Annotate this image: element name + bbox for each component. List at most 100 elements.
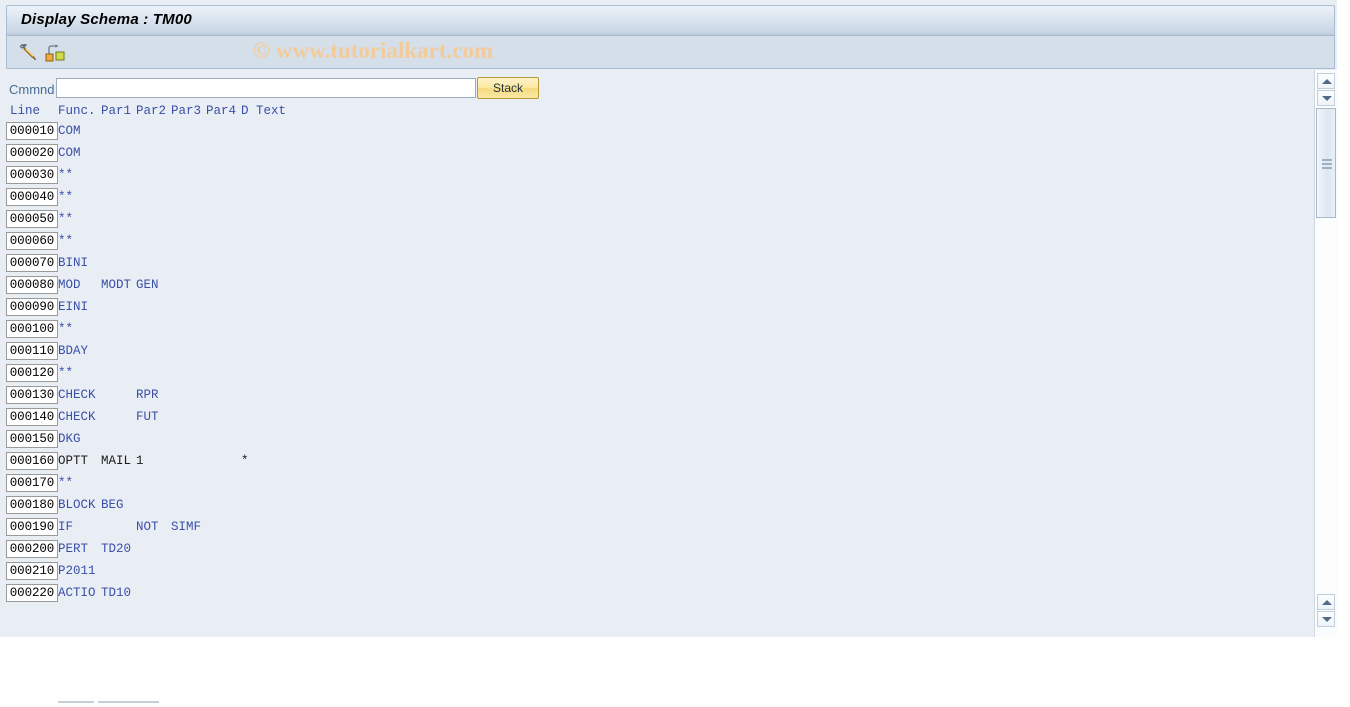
cell-func[interactable]: DKG (58, 431, 81, 447)
cell-func[interactable]: ** (58, 475, 73, 491)
row-cells: ** (0, 167, 1240, 185)
cell-par3[interactable]: SIMF (171, 519, 201, 535)
table-row[interactable]: 000150 DKG (0, 430, 1311, 452)
cell-par1[interactable]: MODT (101, 277, 131, 293)
table-row[interactable]: 000220 ACTIO TD10 (0, 584, 1311, 606)
row-cells: ** (0, 475, 1240, 493)
row-cells: P2011 (0, 563, 1240, 581)
cell-func[interactable]: ** (58, 321, 73, 337)
cell-func[interactable]: COM (58, 145, 81, 161)
scroll-down-arrow-icon[interactable] (1317, 90, 1335, 106)
column-header-par1: Par1 (101, 104, 132, 118)
column-header-line: Line (10, 104, 41, 118)
row-cells: ** (0, 233, 1240, 251)
cell-func[interactable]: ACTIO (58, 585, 96, 601)
row-cells: DKG (0, 431, 1240, 449)
table-row[interactable]: 000100 ** (0, 320, 1311, 342)
window-right-gutter (1337, 0, 1350, 637)
cell-func[interactable]: PERT (58, 541, 88, 557)
row-cells: BDAY (0, 343, 1240, 361)
table-row[interactable]: 000170 ** (0, 474, 1311, 496)
table-row[interactable]: 000070 BINI (0, 254, 1311, 276)
table-row[interactable]: 000090 EINI (0, 298, 1311, 320)
row-cells: CHECK RPR (0, 387, 1240, 405)
scroll-down-arrow-bottom-icon[interactable] (1317, 611, 1335, 627)
schema-line-table: 000010 COM 000020 COM 000030 ** 000040 ** 000050… (0, 122, 1311, 606)
row-cells: BINI (0, 255, 1240, 273)
vertical-scrollbar[interactable] (1314, 70, 1338, 637)
cell-par1[interactable]: MAIL (101, 453, 131, 469)
cell-func[interactable]: OPTT (58, 453, 88, 469)
structure-hierarchy-icon[interactable] (43, 40, 67, 64)
table-row[interactable]: 000210 P2011 (0, 562, 1311, 584)
scroll-up-arrow-icon[interactable] (1317, 73, 1335, 89)
table-row[interactable]: 000180 BLOCK BEG (0, 496, 1311, 518)
stack-button[interactable]: Stack (477, 77, 539, 99)
table-row[interactable]: 000200 PERT TD20 (0, 540, 1311, 562)
cell-func[interactable]: COM (58, 123, 81, 139)
cell-par2[interactable]: FUT (136, 409, 159, 425)
cell-par2[interactable]: GEN (136, 277, 159, 293)
row-cells: BLOCK BEG (0, 497, 1240, 515)
cell-par2[interactable]: RPR (136, 387, 159, 403)
row-cells: PERT TD20 (0, 541, 1240, 559)
cell-func[interactable]: ** (58, 211, 73, 227)
command-input[interactable] (56, 78, 476, 98)
table-row[interactable]: 000010 COM (0, 122, 1311, 144)
table-row[interactable]: 000050 ** (0, 210, 1311, 232)
cell-func[interactable]: ** (58, 167, 73, 183)
row-cells: ACTIO TD10 (0, 585, 1240, 603)
cell-par1[interactable]: TD10 (101, 585, 131, 601)
cell-func[interactable]: BLOCK (58, 497, 96, 513)
cell-func[interactable]: ** (58, 233, 73, 249)
command-bar: Cmmnd Stack (0, 77, 1311, 104)
scrollbar-track[interactable] (1316, 220, 1336, 590)
cell-par2[interactable]: NOT (136, 519, 159, 535)
table-row[interactable]: 000080 MOD MODT GEN (0, 276, 1311, 298)
scroll-up-arrow-bottom-icon[interactable] (1317, 594, 1335, 610)
partial-next-row (0, 676, 1311, 707)
edit-pencil-icon[interactable] (17, 40, 41, 64)
table-row[interactable]: 000140 CHECK FUT (0, 408, 1311, 430)
window-shell: Display Schema : TM00 © www.tutorialkart… (0, 0, 1340, 703)
table-row[interactable]: 000040 ** (0, 188, 1311, 210)
cell-func[interactable]: BINI (58, 255, 88, 271)
row-cells: EINI (0, 299, 1240, 317)
cell-par2[interactable]: 1 (136, 453, 144, 469)
cell-func[interactable]: CHECK (58, 387, 96, 403)
table-row[interactable]: 000120 ** (0, 364, 1311, 386)
cell-func[interactable]: IF (58, 519, 73, 535)
cell-par1[interactable]: BEG (101, 497, 124, 513)
table-row[interactable]: 000130 CHECK RPR (0, 386, 1311, 408)
table-column-headers: Line Func. Par1 Par2 Par3 Par4 D Text (0, 104, 1311, 120)
row-cells: ** (0, 365, 1240, 383)
cell-func[interactable]: MOD (58, 277, 81, 293)
cell-func[interactable]: ** (58, 189, 73, 205)
ghost-underline-segment (137, 701, 159, 703)
scrollbar-thumb[interactable] (1316, 108, 1336, 218)
page-title: Display Schema : TM00 (21, 11, 192, 28)
cell-func[interactable]: ** (58, 365, 73, 381)
cell-d[interactable]: * (241, 453, 249, 469)
table-row[interactable]: 000020 COM (0, 144, 1311, 166)
cell-func[interactable]: CHECK (58, 409, 96, 425)
row-cells: MOD MODT GEN (0, 277, 1240, 295)
cell-func[interactable]: BDAY (58, 343, 88, 359)
table-row[interactable]: 000060 ** (0, 232, 1311, 254)
schema-content-panel: Cmmnd Stack Line Func. Par1 Par2 Par3 Par4 D Te… (0, 70, 1311, 703)
table-row[interactable]: 000160 OPTT MAIL 1 * (0, 452, 1311, 474)
table-row[interactable]: 000190 IF NOT SIMF (0, 518, 1311, 540)
table-row[interactable]: 000110 BDAY (0, 342, 1311, 364)
sap-schema-display-window: Display Schema : TM00 © www.tutorialkart… (0, 0, 1350, 703)
application-toolbar: © www.tutorialkart.com (6, 36, 1335, 69)
table-row[interactable]: 000030 ** (0, 166, 1311, 188)
row-cells: OPTT MAIL 1 * (0, 453, 1240, 471)
row-cells: COM (0, 123, 1240, 141)
cell-par1[interactable]: TD20 (101, 541, 131, 557)
row-cells: ** (0, 189, 1240, 207)
row-cells: IF NOT SIMF (0, 519, 1240, 537)
command-label: Cmmnd (9, 82, 55, 97)
cell-func[interactable]: EINI (58, 299, 88, 315)
column-header-text: Text (256, 104, 287, 118)
cell-func[interactable]: P2011 (58, 563, 96, 579)
